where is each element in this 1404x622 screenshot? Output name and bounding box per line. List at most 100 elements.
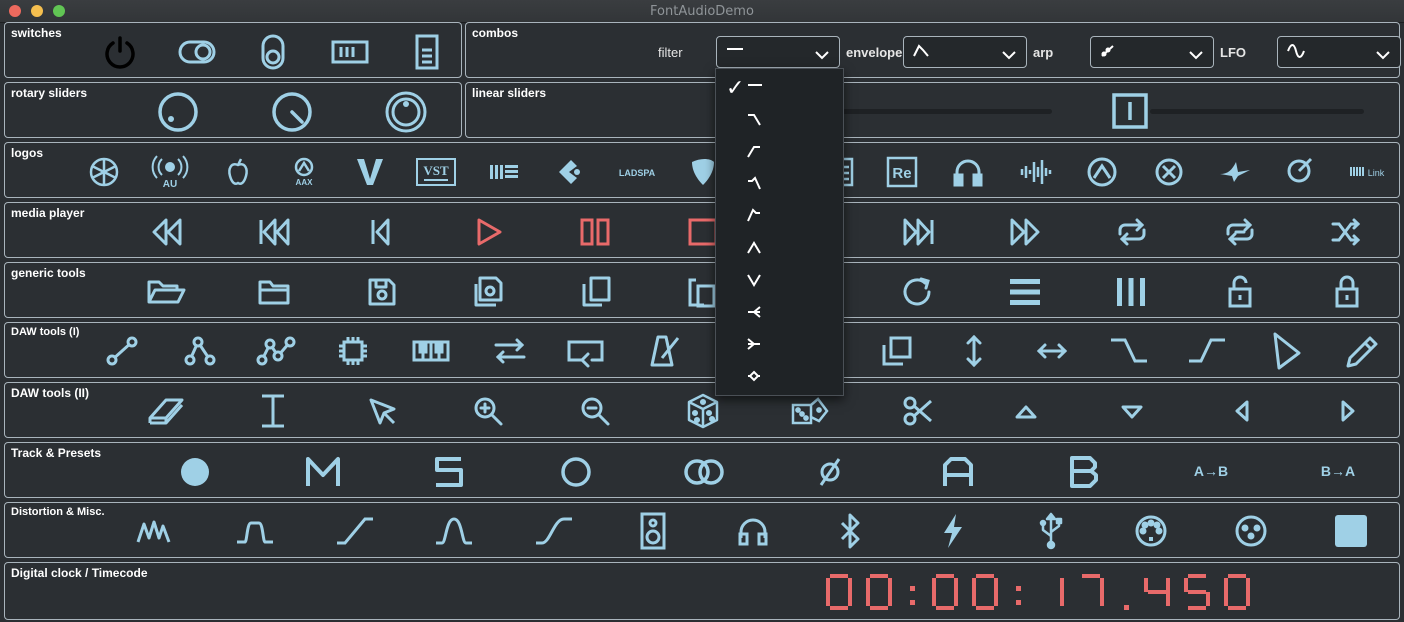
menu-icon[interactable] xyxy=(1010,278,1040,306)
solo-icon[interactable] xyxy=(433,455,465,489)
dice-icon[interactable] xyxy=(687,393,719,429)
loop-icon[interactable] xyxy=(1116,218,1148,246)
preset-b-icon[interactable] xyxy=(1068,455,1100,489)
slider-track[interactable] xyxy=(1150,109,1364,114)
filter-option-lowpass-resonant[interactable] xyxy=(716,169,843,199)
folder-icon[interactable] xyxy=(258,278,290,306)
folder-open-icon[interactable] xyxy=(147,278,187,306)
slider-thumb-icon[interactable] xyxy=(1112,93,1148,129)
arrow-right-icon[interactable] xyxy=(1340,399,1356,423)
stereo-link-icon[interactable] xyxy=(684,457,724,487)
pointer-arrow-icon[interactable] xyxy=(368,397,398,427)
arrow-up-icon[interactable] xyxy=(1014,404,1038,420)
preset-a-icon[interactable] xyxy=(941,455,975,489)
metronome-icon[interactable] xyxy=(650,334,680,368)
rewind-icon[interactable] xyxy=(152,218,182,246)
vertical-fader-switch-icon[interactable] xyxy=(415,34,439,70)
filled-square-icon[interactable] xyxy=(1334,514,1368,548)
columns-icon[interactable] xyxy=(1116,278,1146,306)
automation-curve-icon[interactable] xyxy=(184,336,216,366)
dice-pair-icon[interactable] xyxy=(791,397,829,425)
save-as-icon[interactable] xyxy=(474,276,504,308)
toggle-switch-icon[interactable] xyxy=(178,40,216,64)
zoom-out-icon[interactable] xyxy=(580,396,610,426)
filter-option-low-shelf[interactable] xyxy=(716,297,843,327)
saturation-icon[interactable] xyxy=(534,516,574,546)
filter-option-peak[interactable] xyxy=(716,361,843,391)
play-icon[interactable] xyxy=(476,218,502,246)
vst-logo-icon: VST xyxy=(416,158,456,186)
slider-track[interactable] xyxy=(842,109,1052,114)
lock-icon[interactable] xyxy=(1334,274,1360,308)
filter-option-lowpass[interactable] xyxy=(716,105,843,135)
midi-icon[interactable] xyxy=(1135,515,1167,547)
power-switch-icon[interactable] xyxy=(103,35,137,69)
duplicate-icon[interactable] xyxy=(882,336,912,366)
speaker-icon[interactable] xyxy=(640,512,666,550)
lightning-icon[interactable] xyxy=(940,512,966,550)
fast-forward-icon[interactable] xyxy=(1010,218,1040,246)
vertical-arrows-icon[interactable] xyxy=(964,334,984,368)
loop-region-icon[interactable] xyxy=(566,338,606,368)
xlr-icon[interactable] xyxy=(1235,515,1267,547)
automation-line-icon[interactable] xyxy=(106,336,138,366)
filter-option-highpass-resonant[interactable] xyxy=(716,201,843,231)
horizontal-fader-switch-icon[interactable] xyxy=(331,40,369,64)
bluetooth-icon[interactable] xyxy=(838,512,864,550)
copy-b-to-a-icon[interactable]: B→A xyxy=(1318,462,1358,480)
filter-option-highpass[interactable] xyxy=(716,137,843,167)
filter-option-bandpass[interactable] xyxy=(716,233,843,263)
lfo-combo[interactable] xyxy=(1277,36,1401,68)
filter-option-high-shelf[interactable] xyxy=(716,329,843,359)
arrow-left-icon[interactable] xyxy=(1234,399,1250,423)
scissors-icon[interactable] xyxy=(903,396,933,426)
record-icon[interactable] xyxy=(179,456,211,488)
stop-icon[interactable] xyxy=(688,218,718,246)
filter-option-notch[interactable] xyxy=(716,265,843,295)
chip-icon[interactable] xyxy=(338,336,368,366)
copy-a-to-b-icon[interactable]: A→B xyxy=(1191,462,1231,480)
pick-logo-icon xyxy=(690,158,716,186)
fade-out-icon[interactable] xyxy=(1109,337,1149,365)
soft-clip-icon[interactable] xyxy=(235,518,275,546)
filter-combo[interactable] xyxy=(716,36,840,68)
zoom-in-icon[interactable] xyxy=(473,396,503,426)
phase-icon[interactable] xyxy=(818,455,842,489)
hard-clip-icon[interactable] xyxy=(136,518,174,546)
overdrive-icon[interactable] xyxy=(335,516,375,546)
filter-option-flat[interactable]: ✓ xyxy=(716,71,843,101)
knob-icon[interactable] xyxy=(157,91,199,133)
skip-forward-icon[interactable] xyxy=(903,218,935,246)
previous-icon[interactable] xyxy=(370,218,390,246)
knob-ring-icon[interactable] xyxy=(384,91,428,133)
copy-icon[interactable] xyxy=(582,276,612,308)
usb-icon[interactable] xyxy=(1038,512,1064,550)
horizontal-arrows-icon[interactable] xyxy=(1036,341,1068,361)
arp-combo[interactable] xyxy=(1090,36,1214,68)
fade-in-icon[interactable] xyxy=(1187,337,1227,365)
keyboard-icon[interactable] xyxy=(412,340,450,362)
knob-pointer-icon[interactable] xyxy=(270,91,314,133)
redo-icon[interactable] xyxy=(901,275,935,309)
automation-nodes-icon[interactable] xyxy=(256,336,297,366)
headphones-icon[interactable] xyxy=(737,516,769,546)
skip-backward-icon[interactable] xyxy=(258,218,290,246)
arrow-down-icon[interactable] xyxy=(1120,404,1144,420)
unlock-icon[interactable] xyxy=(1227,274,1253,308)
pencil-icon[interactable] xyxy=(1344,334,1380,370)
panel-label: Digital clock / Timecode xyxy=(11,566,148,580)
swap-arrows-icon[interactable] xyxy=(494,338,526,364)
mute-icon[interactable] xyxy=(304,455,342,489)
save-icon[interactable] xyxy=(368,278,396,306)
vertical-toggle-icon[interactable] xyxy=(261,34,285,70)
text-cursor-icon[interactable] xyxy=(260,393,286,429)
envelope-combo[interactable] xyxy=(903,36,1027,68)
tube-icon[interactable] xyxy=(434,516,474,546)
paste-icon[interactable] xyxy=(688,276,716,308)
pen-nib-icon[interactable] xyxy=(1271,332,1303,370)
circle-icon[interactable] xyxy=(560,455,592,489)
pause-icon[interactable] xyxy=(580,218,612,246)
shuffle-icon[interactable] xyxy=(1331,218,1361,246)
eraser-icon[interactable] xyxy=(148,396,184,426)
loop-alt-icon[interactable] xyxy=(1224,218,1256,246)
